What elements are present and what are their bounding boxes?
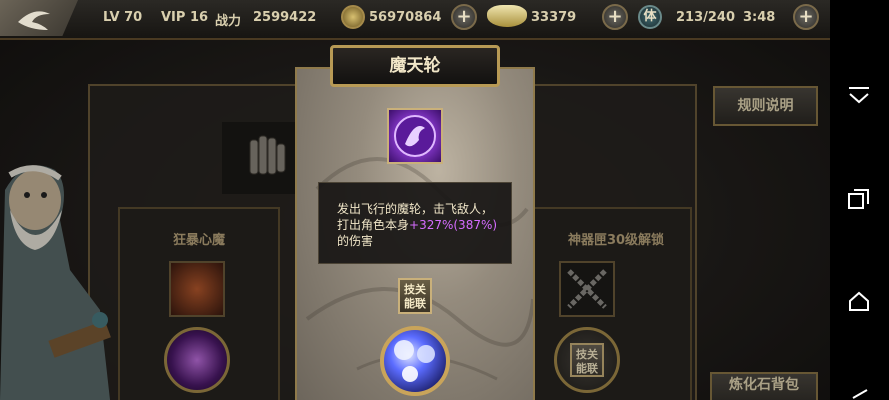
vip-level: VIP 16 (161, 10, 209, 25)
skill-description-end: 的伤害 (337, 234, 374, 248)
power-label: 战力 (215, 14, 242, 29)
plus-icon: + (607, 6, 623, 27)
popup-title: 魔天轮 (330, 45, 500, 87)
add-ingots-button[interactable]: + (602, 4, 628, 30)
plus-icon: + (798, 6, 814, 27)
ingot-amount: 33379 (531, 10, 577, 25)
power-value: 2599422 (253, 10, 317, 25)
nav-home-icon[interactable] (847, 290, 871, 312)
selected-skill-orb[interactable] (380, 326, 450, 396)
game-screen: 狂暴心魔 神器匣30级解锁 技关能联 规则说明 炼化石背包 魔天轮 发出飞行的魔… (0, 0, 830, 400)
swirl-icon (394, 115, 436, 157)
back-icon (18, 11, 50, 31)
add-coins-button[interactable]: + (451, 4, 477, 30)
nav-back-icon[interactable] (847, 388, 871, 400)
blue-energy-icon (394, 340, 435, 382)
stamina-amount: 213/240 (676, 10, 736, 25)
add-stamina-button[interactable]: + (793, 4, 819, 30)
coin-amount: 56970864 (369, 10, 442, 25)
android-nav-bar (830, 0, 889, 400)
back-button[interactable] (0, 0, 78, 36)
skill-description-box: 发出飞行的魔轮，击飞敌人，打出角色本身+327%(387%)的伤害 (318, 182, 512, 264)
coin-icon (341, 5, 365, 29)
nav-down-icon[interactable] (847, 86, 871, 106)
top-status-bar: LV 70 VIP 16 战力 2599422 56970864 + 33379… (0, 0, 830, 40)
skill-damage-bonus: +327%(387%) (409, 218, 498, 232)
stamina-timer: 3:48 (743, 10, 776, 25)
ingot-icon (487, 5, 527, 27)
player-level: LV 70 (103, 10, 143, 25)
stamina-icon: 体 (638, 5, 662, 29)
demon-wheel-skill-icon (387, 108, 443, 164)
skill-combo-tag: 技关能联 (398, 278, 432, 314)
plus-icon: + (456, 6, 472, 27)
nav-recent-icon[interactable] (847, 188, 871, 210)
